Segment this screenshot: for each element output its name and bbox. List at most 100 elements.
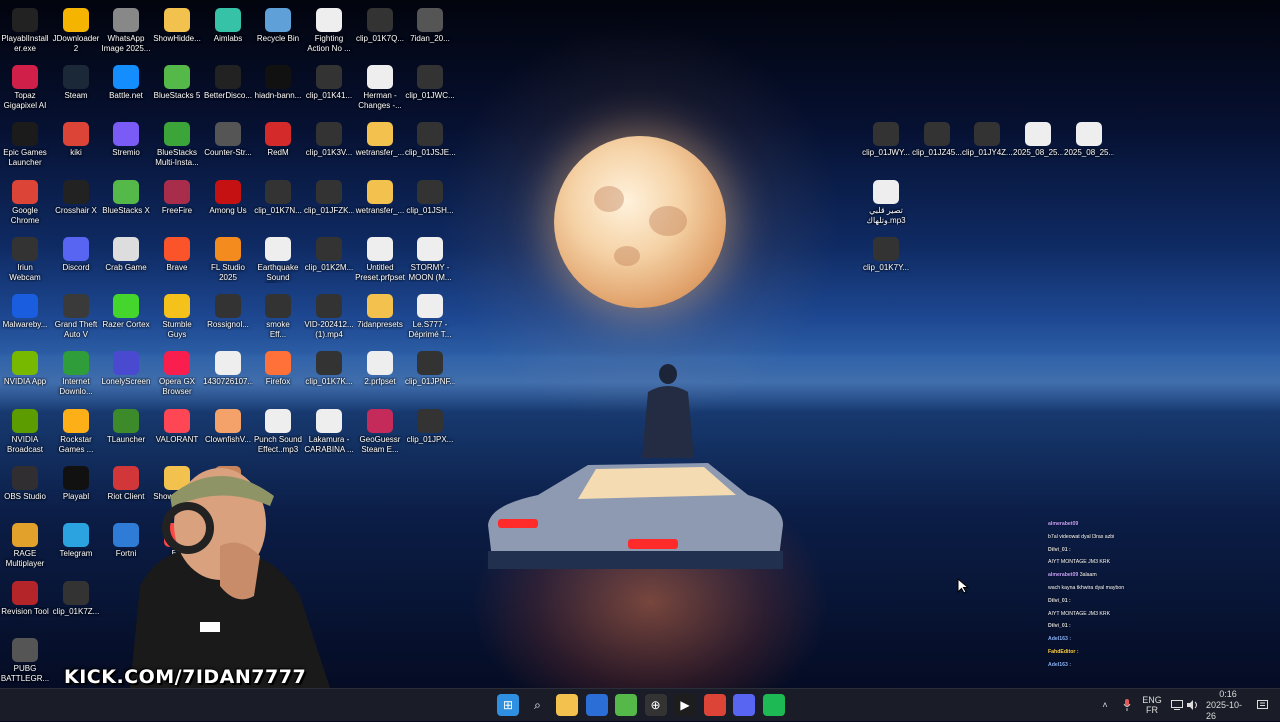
desktop-icon[interactable]: Discord: [51, 233, 101, 289]
desktop-icon[interactable]: clip_01JPNF...: [405, 347, 455, 403]
desktop-icon[interactable]: Crosshair X: [51, 176, 101, 232]
desktop-icon[interactable]: Crab Game: [101, 233, 151, 289]
notifications-button[interactable]: [1254, 689, 1270, 721]
desktop-icon[interactable]: Stremio: [101, 118, 151, 174]
desktop-icon[interactable]: clip_01JWY...: [861, 118, 911, 174]
desktop-icon[interactable]: PlayablInstall er.exe: [0, 4, 50, 60]
desktop-icon[interactable]: تصير قلبي وتلهاك.mp3: [861, 176, 911, 232]
search-button[interactable]: ⌕: [527, 694, 549, 716]
desktop-icon[interactable]: 7idanpresets: [355, 290, 405, 346]
desktop-icon[interactable]: FreeFire: [152, 176, 202, 232]
desktop-icon[interactable]: clip_01K3V...: [304, 118, 354, 174]
desktop-icon[interactable]: Firefox: [253, 347, 303, 403]
desktop-icon-label: PlayablInstall er.exe: [1, 34, 49, 53]
clock[interactable]: 0:16 2025-10-26: [1206, 689, 1250, 721]
desktop-icon[interactable]: JDownloader 2: [51, 4, 101, 60]
desktop-icon[interactable]: smoke Eff...: [253, 290, 303, 346]
microphone-tray-button[interactable]: [1120, 689, 1134, 721]
desktop-icon[interactable]: clip_01K7K...: [304, 347, 354, 403]
desktop-icon[interactable]: 2.prfpset: [355, 347, 405, 403]
desktop-icon[interactable]: Fighting Action No ...: [304, 4, 354, 60]
desktop-icon[interactable]: clip_01JPX...: [405, 405, 455, 461]
folder-icon: [164, 8, 190, 32]
desktop-icon[interactable]: BlueStacks Multi-Insta...: [152, 118, 202, 174]
desktop-icon[interactable]: NVIDIA App: [0, 347, 50, 403]
video-icon: [417, 351, 443, 375]
network-tray-button[interactable]: [1170, 689, 1184, 721]
desktop-icon[interactable]: FL Studio 2025: [203, 233, 253, 289]
desktop-icon[interactable]: clip_01JY4Z...: [962, 118, 1012, 174]
volume-tray-button[interactable]: [1186, 689, 1200, 721]
chrome-button[interactable]: [703, 694, 726, 716]
desktop-icon[interactable]: Opera GX Browser: [152, 347, 202, 403]
desktop-icon[interactable]: Razer Cortex: [101, 290, 151, 346]
desktop-icon[interactable]: Grand Theft Auto V: [51, 290, 101, 346]
desktop-icon[interactable]: clip_01K7N...: [253, 176, 303, 232]
desktop-icon[interactable]: RedM: [253, 118, 303, 174]
desktop-icon[interactable]: Recycle Bin: [253, 4, 303, 60]
spotify-button[interactable]: [762, 694, 785, 716]
desktop-icon[interactable]: wetransfer_...: [355, 176, 405, 232]
desktop-icon[interactable]: LonelyScreen: [101, 347, 151, 403]
desktop-icon[interactable]: 2025_08_25...: [1064, 118, 1114, 174]
desktop-icon[interactable]: Epic Games Launcher: [0, 118, 50, 174]
desktop-icon[interactable]: Aimlabs: [203, 4, 253, 60]
start-button[interactable]: ⊞: [497, 694, 519, 716]
desktop-icon[interactable]: clip_01K7Q...: [355, 4, 405, 60]
windows-icon: ⊞: [502, 698, 514, 712]
desktop-icon[interactable]: kiki: [51, 118, 101, 174]
bluestacks-button[interactable]: [615, 694, 637, 716]
discord-button[interactable]: [733, 694, 755, 716]
desktop-icon[interactable]: Iriun Webcam: [0, 233, 50, 289]
desktop-icon[interactable]: Topaz Gigapixel AI: [0, 61, 50, 117]
desktop-icon[interactable]: Steam: [51, 61, 101, 117]
desktop[interactable]: PlayablInstall er.exe Topaz Gigapixel AI E…: [0, 0, 1280, 688]
desktop-icon[interactable]: Herman - Changes -...: [355, 61, 405, 117]
desktop-icon[interactable]: WhatsApp Image 2025...: [101, 4, 151, 60]
desktop-icon[interactable]: PUBG BATTLEGR...: [0, 634, 50, 688]
desktop-icon[interactable]: STORMY - MOON (M...: [405, 233, 455, 289]
desktop-icon[interactable]: NVIDIA Broadcast: [0, 405, 50, 461]
desktop-icon[interactable]: Stumble Guys: [152, 290, 202, 346]
desktop-icon[interactable]: BlueStacks X: [101, 176, 151, 232]
desktop-icon[interactable]: clip_01K41...: [304, 61, 354, 117]
desktop-icon[interactable]: Untitled Preset.prfpset: [355, 233, 405, 289]
desktop-icon[interactable]: clip_01JSH...: [405, 176, 455, 232]
crosshair-button[interactable]: ⊕: [644, 694, 667, 716]
desktop-icon[interactable]: BlueStacks 5: [152, 61, 202, 117]
desktop-icon[interactable]: wetransfer_...: [355, 118, 405, 174]
desktop-icon[interactable]: clip_01K2M...: [304, 233, 354, 289]
desktop-icon[interactable]: clip_01JWC...: [405, 61, 455, 117]
desktop-icon[interactable]: Rossignol...: [203, 290, 253, 346]
desktop-icon[interactable]: Counter-Str...: [203, 118, 253, 174]
desktop-icon[interactable]: Among Us: [203, 176, 253, 232]
language-switcher[interactable]: ENG FR: [1140, 689, 1164, 721]
desktop-icon[interactable]: Battle.net: [101, 61, 151, 117]
desktop-icon[interactable]: 1430726107...: [203, 347, 253, 403]
desktop-icon[interactable]: 2025_08_25...: [1013, 118, 1063, 174]
desktop-icon[interactable]: GeoGuessr Steam E...: [355, 405, 405, 461]
desktop-icon[interactable]: Brave: [152, 233, 202, 289]
desktop-icon[interactable]: VID-202412... (1).mp4: [304, 290, 354, 346]
desktop-icon[interactable]: Malwareby...: [0, 290, 50, 346]
desktop-icon[interactable]: Google Chrome: [0, 176, 50, 232]
desktop-icon-label: Among Us: [209, 206, 247, 215]
desktop-icon[interactable]: Internet Downlo...: [51, 347, 101, 403]
desktop-icon[interactable]: 7idan_20...: [405, 4, 455, 60]
desktop-icon[interactable]: Earthquake Sound Effec...: [253, 233, 303, 289]
desktop-icon[interactable]: BetterDisco...: [203, 61, 253, 117]
desktop-icon[interactable]: RAGE Multiplayer: [0, 519, 50, 575]
desktop-icon[interactable]: Revision Tool: [0, 577, 50, 633]
desktop-icon[interactable]: clip_01JSJE...: [405, 118, 455, 174]
desktop-icon[interactable]: clip_01JFZK...: [304, 176, 354, 232]
desktop-icon[interactable]: clip_01JZ45...: [912, 118, 962, 174]
desktop-icon[interactable]: OBS Studio: [0, 462, 50, 518]
desktop-icon[interactable]: ShowHidde...: [152, 4, 202, 60]
desktop-icon[interactable]: Le.S777 - Déprimé T...: [405, 290, 455, 346]
file-explorer-button[interactable]: [556, 694, 578, 716]
desktop-icon[interactable]: clip_01K7Y...: [861, 233, 911, 289]
desktop-icon[interactable]: hiadn-bann...: [253, 61, 303, 117]
show-hidden-icons-button[interactable]: ˄: [1098, 689, 1112, 721]
store-button[interactable]: [585, 694, 608, 716]
razer-button[interactable]: ▶: [674, 694, 696, 716]
